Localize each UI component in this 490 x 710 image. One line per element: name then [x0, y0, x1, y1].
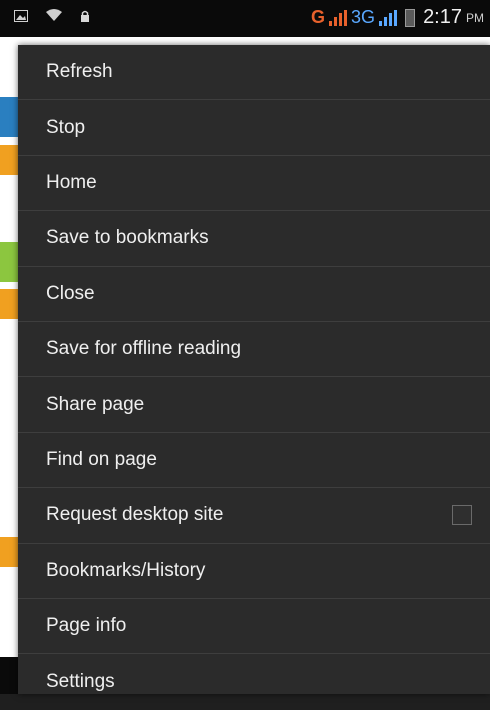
menu-item-page-info[interactable]: Page info	[18, 599, 490, 655]
menu-item-request-desktop-site[interactable]: Request desktop site	[18, 488, 490, 544]
clock-ampm: PM	[466, 10, 484, 25]
menu-item-bookmarks-history[interactable]: Bookmarks/History	[18, 544, 490, 599]
battery-icon	[405, 8, 416, 27]
desktop-site-checkbox[interactable]	[452, 505, 472, 526]
menu-item-save-offline[interactable]: Save for offline reading	[18, 322, 490, 378]
signal-3g-icon	[379, 9, 398, 26]
menu-item-label: Find on page	[46, 448, 157, 470]
network-g-label: G	[311, 7, 326, 27]
menu-item-find-on-page[interactable]: Find on page	[18, 433, 490, 489]
wifi-icon	[46, 8, 62, 27]
bg-orange-strip	[0, 145, 18, 175]
signal-icon	[329, 9, 348, 26]
lock-icon	[80, 9, 90, 27]
image-icon	[14, 9, 28, 27]
menu-item-label: Request desktop site	[46, 504, 224, 526]
menu-item-label: Home	[46, 171, 97, 193]
menu-item-share-page[interactable]: Share page	[18, 377, 490, 433]
network-3g-label: 3G	[351, 7, 376, 27]
bg-blue-strip	[0, 97, 18, 137]
menu-item-save-to-bookmarks[interactable]: Save to bookmarks	[18, 211, 490, 267]
bg-orange-strip-2	[0, 289, 18, 319]
status-left-icons	[14, 8, 90, 27]
status-right-icons: G 3G 2:17 PM	[311, 6, 484, 29]
menu-item-label: Refresh	[46, 61, 113, 83]
menu-item-label: Close	[46, 282, 95, 304]
menu-item-label: Settings	[46, 670, 115, 692]
menu-item-stop[interactable]: Stop	[18, 100, 490, 156]
overflow-menu: Refresh Stop Home Save to bookmarks Clos…	[18, 45, 490, 694]
bg-orange-strip-3	[0, 537, 18, 567]
menu-item-settings[interactable]: Settings	[18, 654, 490, 709]
bg-green-strip	[0, 242, 18, 282]
menu-item-label: Save for offline reading	[46, 338, 242, 360]
menu-item-label: Stop	[46, 116, 86, 138]
menu-item-home[interactable]: Home	[18, 156, 490, 212]
menu-item-close[interactable]: Close	[18, 267, 490, 322]
menu-item-label: Share page	[46, 393, 145, 415]
menu-item-label: Save to bookmarks	[46, 227, 209, 249]
menu-item-refresh[interactable]: Refresh	[18, 45, 490, 101]
status-bar: G 3G 2:17 PM	[0, 0, 490, 37]
menu-item-label: Bookmarks/History	[46, 559, 206, 581]
menu-item-label: Page info	[46, 615, 127, 637]
clock-time: 2:17	[423, 6, 462, 28]
